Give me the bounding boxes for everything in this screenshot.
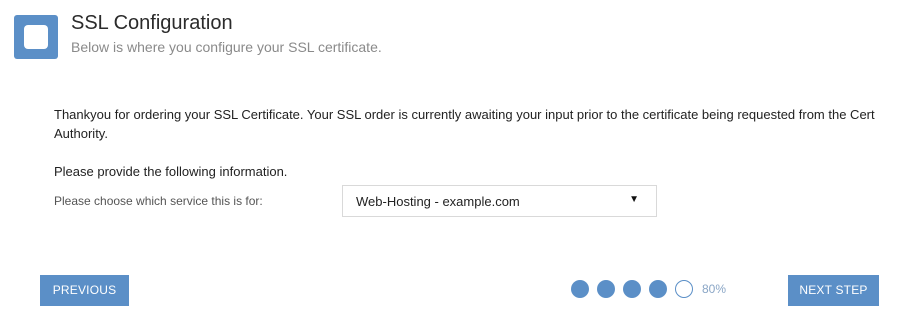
progress-step-5 [675, 280, 693, 298]
ssl-configuration-page: SSL Configuration Below is where you con… [0, 0, 897, 324]
progress-step-4 [649, 280, 667, 298]
page-icon-inner [24, 25, 48, 49]
dropdown-arrow-icon: ▼ [629, 194, 639, 205]
progress-indicator: 80% [571, 280, 726, 298]
page-title: SSL Configuration [71, 12, 233, 34]
previous-button[interactable]: PREVIOUS [40, 275, 129, 306]
progress-step-2 [597, 280, 615, 298]
next-step-button[interactable]: NEXT STEP [788, 275, 879, 306]
header-text: SSL Configuration Below is where you con… [71, 10, 382, 56]
page-header: SSL Configuration Below is where you con… [14, 10, 382, 59]
progress-step-3 [623, 280, 641, 298]
progress-percent: 80% [702, 282, 727, 296]
service-field-row: Please choose which service this is for:… [54, 185, 660, 219]
provide-info-text: Please provide the following information… [54, 164, 288, 179]
service-select-value: Web-Hosting - example.com [356, 194, 520, 209]
page-subtitle: Below is where you configure your SSL ce… [71, 39, 382, 55]
service-select[interactable]: Web-Hosting - example.com ▼ [342, 185, 657, 217]
progress-step-1 [571, 280, 589, 298]
page-icon [14, 15, 58, 59]
service-field-label: Please choose which service this is for: [54, 194, 263, 208]
intro-text: Thankyou for ordering your SSL Certifica… [54, 107, 875, 141]
